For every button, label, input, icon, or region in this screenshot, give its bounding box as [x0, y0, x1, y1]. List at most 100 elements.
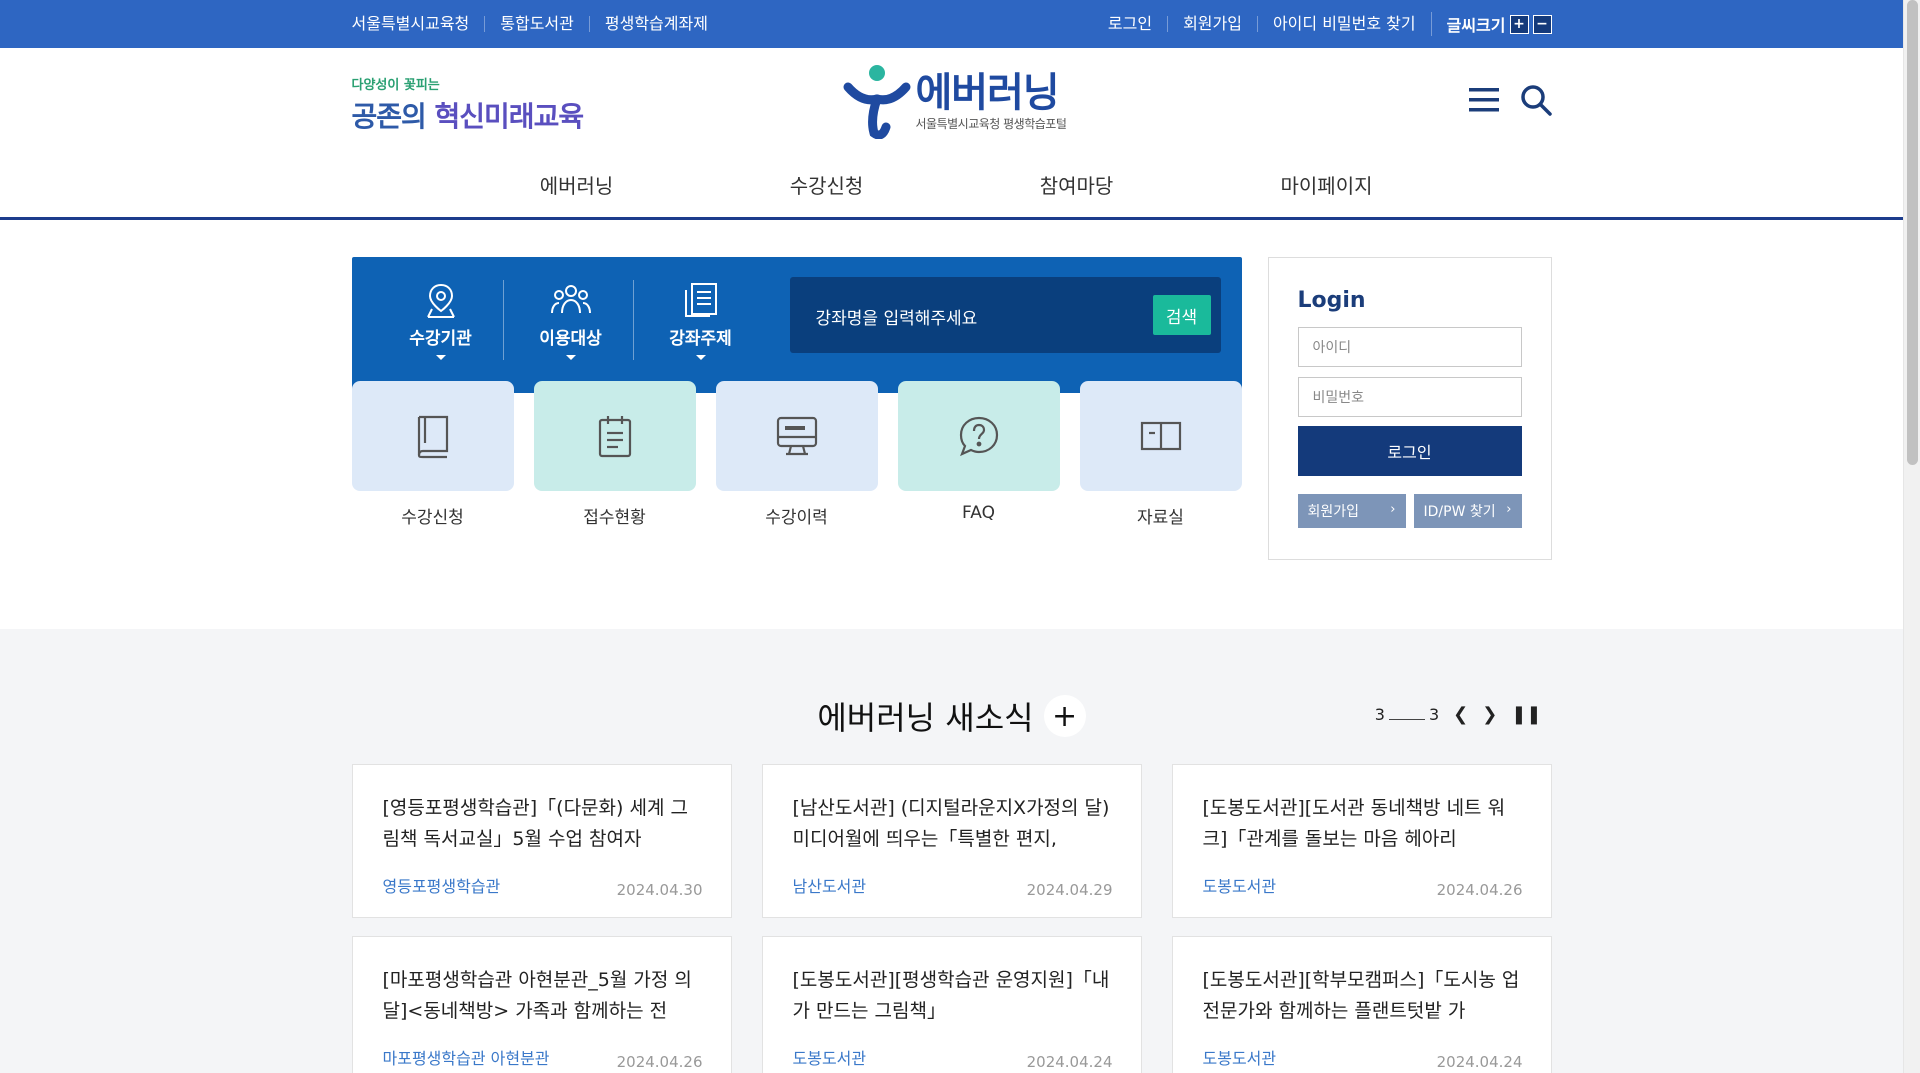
- question-bubble-icon: [959, 416, 998, 457]
- open-book-icon: [1140, 421, 1181, 451]
- pause-icon[interactable]: ❚❚: [1511, 704, 1541, 725]
- everlearning-logo-icon: [843, 65, 910, 139]
- site-header: 다양성이 꽃피는 공존의 혁신미래교육 에버러닝 서울특별시교육청 평생학습포털: [0, 48, 1903, 220]
- news-card-title: [남산도서관] (디지털라운지X가정의 달) 미디어월에 띄우는「특별한 편지,: [792, 797, 1110, 850]
- top-login-link[interactable]: 로그인: [1093, 16, 1167, 32]
- news-card-date: 2024.04.26: [1436, 881, 1523, 899]
- course-search-field[interactable]: 강좌명을 입력해주세요 검색: [789, 277, 1221, 353]
- document-list-icon: [636, 280, 766, 320]
- search-input[interactable]: 강좌명을 입력해주세요: [816, 304, 978, 329]
- news-card-source: 도봉도서관: [1202, 1049, 1277, 1068]
- login-panel: Login 아이디 비밀번호 로그인 회원가입 › ID/PW 찾기 ›: [1267, 257, 1552, 560]
- news-card-title: [영등포평생학습관]「(다문화) 세계 그림책 독서교실」5월 수업 참여자: [382, 797, 688, 850]
- chevron-down-icon: [565, 355, 576, 360]
- login-sub-links: 회원가입 › ID/PW 찾기 ›: [1297, 494, 1522, 528]
- chevron-down-icon: [435, 355, 446, 360]
- nav-course-apply[interactable]: 수강신청: [702, 170, 952, 199]
- category-institution[interactable]: 수강기관: [376, 280, 506, 366]
- divider: [632, 280, 634, 360]
- main-navigation: 에버러닝 수강신청 참여마당 마이페이지: [352, 170, 1552, 199]
- quick-link-faq[interactable]: FAQ: [897, 381, 1060, 528]
- people-icon: [506, 280, 636, 320]
- news-card-date: 2024.04.30: [616, 881, 703, 899]
- book-icon: [417, 415, 448, 459]
- news-card[interactable]: [도봉도서관][도서관 동네책방 네트 워크]「관계를 돌보는 마음 헤아리 도…: [1171, 764, 1552, 918]
- font-decrease-button[interactable]: −: [1532, 14, 1552, 34]
- news-card-date: 2024.04.29: [1026, 881, 1113, 899]
- chevron-left-icon[interactable]: ❮: [1453, 704, 1468, 725]
- password-field[interactable]: 비밀번호: [1297, 377, 1522, 417]
- chevron-right-icon[interactable]: ❯: [1482, 704, 1497, 725]
- join-button[interactable]: 회원가입 ›: [1297, 494, 1406, 528]
- site-logo[interactable]: 에버러닝 서울특별시교육청 평생학습포털: [842, 63, 1067, 139]
- login-button[interactable]: 로그인: [1297, 426, 1522, 476]
- category-subject[interactable]: 강좌주제: [636, 280, 766, 366]
- category-target[interactable]: 이용대상: [506, 280, 636, 366]
- vertical-scrollbar[interactable]: [1903, 0, 1920, 1073]
- search-button[interactable]: 검색: [1152, 295, 1211, 335]
- quick-links: 수강신청 접수현황 수강이력 FAQ 자료실: [351, 381, 1242, 528]
- scrollbar-thumb[interactable]: [1907, 0, 1918, 465]
- monitor-icon: [776, 416, 817, 456]
- news-pager: 3 3 ❮ ❯ ❚❚: [1375, 704, 1542, 725]
- username-field[interactable]: 아이디: [1297, 327, 1522, 367]
- news-card-date: 2024.04.26: [616, 1053, 703, 1071]
- top-join-link[interactable]: 회원가입: [1167, 16, 1257, 32]
- news-card-source: 마포평생학습관 아현분관: [382, 1049, 550, 1068]
- news-card[interactable]: [도봉도서관][평생학습관 운영지원]「내가 만드는 그림책」 도봉도서관 20…: [761, 936, 1142, 1073]
- font-increase-button[interactable]: +: [1509, 14, 1529, 34]
- news-card-date: 2024.04.24: [1436, 1053, 1523, 1071]
- member-links: 로그인 회원가입 아이디 비밀번호 찾기 글씨크기 + −: [1093, 12, 1552, 36]
- quick-link-application-status[interactable]: 접수현황: [533, 381, 696, 528]
- news-card[interactable]: [영등포평생학습관]「(다문화) 세계 그림책 독서교실」5월 수업 참여자 영…: [351, 764, 732, 918]
- divider: [502, 280, 504, 360]
- nav-everlearning[interactable]: 에버러닝: [452, 170, 702, 199]
- news-list: [영등포평생학습관]「(다문화) 세계 그림책 독서교실」5월 수업 참여자 영…: [351, 764, 1552, 1073]
- quick-link-course-history[interactable]: 수강이력: [715, 381, 878, 528]
- menu-icon[interactable]: [1468, 84, 1500, 116]
- link-learning-account[interactable]: 평생학습계좌제: [588, 16, 723, 32]
- news-card-title: [마포평생학습관 아현분관_5월 가정 의달]<동네책방> 가족과 함께하는 전: [382, 969, 692, 1022]
- family-links: 서울특별시교육청 통합도서관 평생학습계좌제: [352, 16, 723, 32]
- slogan-big: 공존의 혁신미래교육: [351, 100, 585, 133]
- map-pin-icon: [376, 280, 506, 320]
- pager-progress: [1388, 710, 1425, 720]
- nav-mypage[interactable]: 마이페이지: [1202, 170, 1452, 199]
- logo-subtitle: 서울특별시교육청 평생학습포털: [915, 116, 1067, 131]
- news-card-title: [도봉도서관][평생학습관 운영지원]「내가 만드는 그림책」: [792, 969, 1110, 1022]
- slogan-small: 다양성이 꽃피는: [351, 78, 440, 93]
- chevron-down-icon: [695, 355, 706, 360]
- quick-link-archive[interactable]: 자료실: [1079, 381, 1242, 528]
- news-card-title: [도봉도서관][도서관 동네책방 네트 워크]「관계를 돌보는 마음 헤아리: [1202, 797, 1506, 850]
- slogan-banner[interactable]: 다양성이 꽃피는 공존의 혁신미래교육: [351, 74, 585, 135]
- header-tools: [1468, 84, 1552, 116]
- pager-total: 3: [1428, 705, 1440, 724]
- search-icon[interactable]: [1520, 84, 1552, 116]
- news-card-title: [도봉도서관][학부모캠퍼스]「도시농 업전문가와 함께하는 플랜트텃밭 가: [1202, 969, 1520, 1022]
- pager-current: 3: [1374, 705, 1385, 724]
- news-more-button[interactable]: +: [1043, 695, 1086, 737]
- font-size-label: 글씨크기: [1446, 16, 1506, 35]
- link-integrated-library[interactable]: 통합도서관: [484, 16, 589, 32]
- news-card-source: 도봉도서관: [792, 1049, 867, 1068]
- news-card[interactable]: [도봉도서관][학부모캠퍼스]「도시농 업전문가와 함께하는 플랜트텃밭 가 도…: [1171, 936, 1552, 1073]
- login-title: Login: [1297, 288, 1366, 313]
- news-card-source: 남산도서관: [792, 877, 867, 896]
- news-card-source: 영등포평생학습관: [382, 877, 501, 896]
- clipboard-icon: [598, 416, 631, 458]
- course-search-panel: 수강기관 이용대상 강좌주제 강좌명을 입력해주세요 검색: [351, 257, 1242, 393]
- top-utility-bar: 서울특별시교육청 통합도서관 평생학습계좌제 로그인 회원가입 아이디 비밀번호…: [0, 0, 1903, 48]
- page: 서울특별시교육청 통합도서관 평생학습계좌제 로그인 회원가입 아이디 비밀번호…: [0, 0, 1903, 1073]
- nav-participation[interactable]: 참여마당: [952, 170, 1202, 199]
- news-card[interactable]: [남산도서관] (디지털라운지X가정의 달) 미디어월에 띄우는「특별한 편지,…: [761, 764, 1142, 918]
- logo-name: 에버러닝: [915, 69, 1060, 116]
- chevron-right-icon: ›: [1390, 502, 1396, 517]
- find-id-pw-button[interactable]: ID/PW 찾기 ›: [1413, 494, 1522, 528]
- news-card-source: 도봉도서관: [1202, 877, 1277, 896]
- news-section: 에버러닝 새소식 + 3 3 ❮ ❯ ❚❚ [영등포평생학습관]「(다문화) 세계…: [0, 629, 1903, 1073]
- news-card[interactable]: [마포평생학습관 아현분관_5월 가정 의달]<동네책방> 가족과 함께하는 전…: [351, 936, 732, 1073]
- quick-link-course-apply[interactable]: 수강신청: [351, 381, 514, 528]
- top-find-account-link[interactable]: 아이디 비밀번호 찾기: [1256, 16, 1431, 32]
- link-seoul-education[interactable]: 서울특별시교육청: [352, 16, 485, 32]
- font-size-control: 글씨크기 + −: [1430, 12, 1552, 36]
